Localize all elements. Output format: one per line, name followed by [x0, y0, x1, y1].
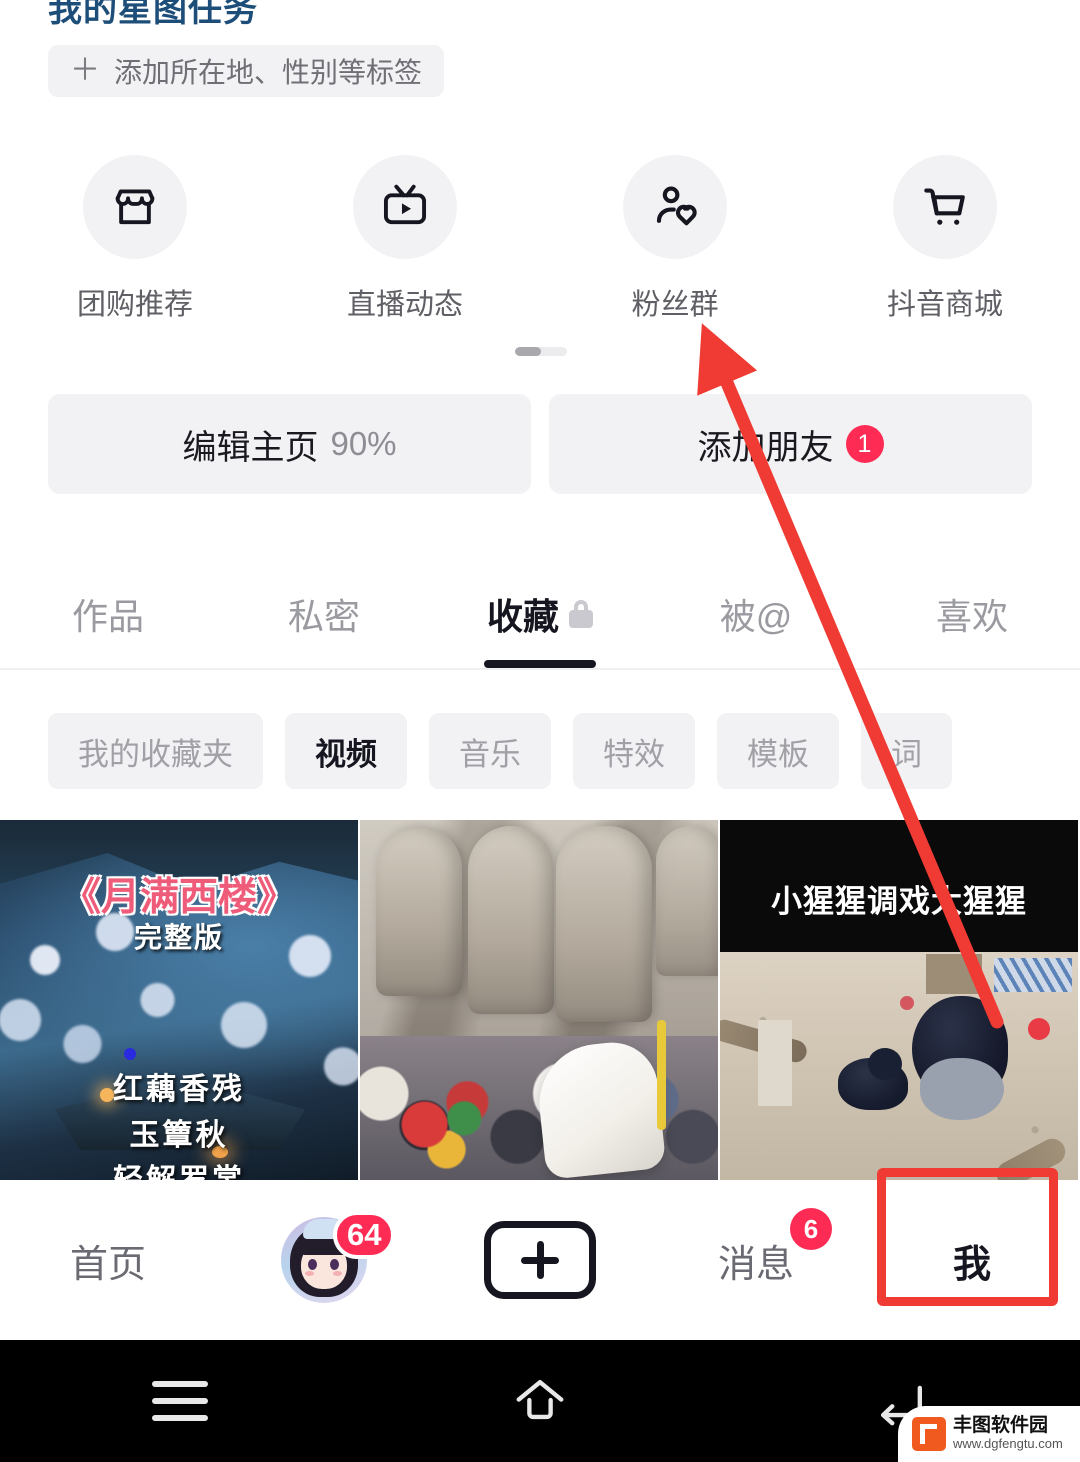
lock-icon — [569, 600, 593, 628]
nav-create-post[interactable] — [432, 1180, 648, 1340]
entry-icon-wrap — [83, 155, 187, 259]
tab-label: 收藏 — [486, 596, 559, 637]
quick-entry-row: 团购推荐 直播动态 粉丝群 抖音商城 — [0, 155, 1080, 323]
entry-label: 粉丝群 — [631, 289, 719, 321]
thumb-lyric-1: 红藕香残 — [113, 1073, 245, 1106]
home-icon — [516, 1379, 564, 1420]
favorites-grid: 《月满西楼》 完整版 红藕香残 玉簟秋 轻解罗裳 — [0, 820, 1080, 1180]
chip-video[interactable]: 视频 — [285, 713, 407, 789]
add-tag-button[interactable]: ＋ 添加所在地、性别等标签 — [48, 45, 445, 97]
shopping-cart-icon — [924, 188, 965, 225]
sysnav-recents[interactable] — [0, 1381, 360, 1421]
tab-favorites[interactable]: 收藏 — [432, 560, 648, 668]
tab-label: 私密 — [287, 596, 360, 637]
star-task-title: 我的星图任务 — [48, 0, 258, 29]
tab-works[interactable]: 作品 — [0, 560, 216, 668]
tab-mentions[interactable]: 被@ — [648, 560, 864, 668]
video-thumbnail-gorilla[interactable]: 小猩猩调戏大猩猩 — [720, 820, 1078, 1180]
tab-label: 被@ — [719, 596, 793, 637]
decor-baby-gorilla-head — [868, 1048, 902, 1080]
plus-icon: ＋ — [70, 54, 100, 87]
nav-me[interactable]: 我 — [864, 1180, 1080, 1340]
add-tag-label: 添加所在地、性别等标签 — [114, 57, 423, 88]
nav-home[interactable]: 首页 — [0, 1180, 216, 1340]
sysnav-home[interactable] — [360, 1372, 720, 1430]
video-thumbnail-grotto-crowd[interactable] — [360, 820, 718, 1180]
recents-menu-icon — [152, 1381, 208, 1421]
tab-underline — [484, 660, 596, 668]
decor-buddha-statue — [556, 826, 652, 1022]
nav-label: 消息 — [717, 1243, 794, 1286]
chip-music[interactable]: 音乐 — [429, 713, 551, 789]
decor-block — [926, 954, 982, 994]
decor-blue-dot — [124, 1048, 136, 1060]
entry-mall[interactable]: 抖音商城 — [810, 155, 1080, 323]
app-bottom-nav: 首页 64 消息 6 我 — [0, 1180, 1080, 1340]
nav-label: 我 — [952, 1243, 991, 1286]
tab-private[interactable]: 私密 — [216, 560, 432, 668]
decor-buddha-statue — [468, 826, 554, 1014]
entry-icon-wrap — [893, 155, 997, 259]
entry-label: 直播动态 — [346, 289, 463, 321]
watermark-text: 丰图软件园 www.dgfengtu.com — [953, 1415, 1063, 1452]
avatar-wrap: 64 — [281, 1211, 396, 1303]
entry-icon-wrap — [623, 155, 727, 259]
chip-effects[interactable]: 特效 — [573, 713, 695, 789]
entry-live[interactable]: 直播动态 — [270, 155, 540, 323]
edit-profile-label: 编辑主页 — [182, 428, 319, 467]
chip-my-folders[interactable]: 我的收藏夹 — [48, 713, 263, 789]
decor-adult-gorilla-body — [920, 1058, 1004, 1120]
edit-profile-progress: 90% — [330, 425, 397, 462]
messages-badge: 6 — [790, 1208, 832, 1250]
decor-plate — [758, 1020, 792, 1106]
chip-templates[interactable]: 模板 — [717, 713, 839, 789]
decor-buddha-statue — [376, 826, 462, 996]
decor-red-ball — [1028, 1018, 1050, 1040]
plus-icon — [484, 1221, 596, 1299]
entry-label: 团购推荐 — [76, 289, 193, 321]
tab-label: 喜欢 — [935, 596, 1008, 637]
add-friend-badge: 1 — [845, 425, 884, 463]
profile-tabs: 作品 私密 收藏 被@ 喜欢 — [0, 560, 1080, 670]
add-friend-button[interactable]: 添加朋友 1 — [549, 394, 1032, 494]
fans-group-icon — [656, 186, 697, 226]
decor-fence — [994, 958, 1072, 992]
thumb-subtitle: 完整版 — [133, 922, 224, 953]
entry-label: 抖音商城 — [886, 289, 1003, 321]
video-thumbnail-moonlit-tower[interactable]: 《月满西楼》 完整版 红藕香残 玉簟秋 轻解罗裳 — [0, 820, 358, 1180]
edit-profile-button[interactable]: 编辑主页 90% — [48, 394, 531, 494]
thumb-lyric-2: 玉簟秋 — [129, 1119, 229, 1152]
watermark-name: 丰图软件园 — [953, 1415, 1049, 1437]
watermark: 丰图软件园 www.dgfengtu.com — [898, 1406, 1080, 1462]
favorites-filter-chips[interactable]: 我的收藏夹 视频 音乐 特效 模板 词 — [0, 705, 1080, 797]
watermark-logo-icon — [912, 1417, 946, 1451]
entry-fans-group[interactable]: 粉丝群 — [540, 155, 810, 323]
tab-label: 作品 — [71, 596, 144, 637]
watermark-url: www.dgfengtu.com — [953, 1436, 1063, 1452]
entry-icon-wrap — [353, 155, 457, 259]
entry-group-buy[interactable]: 团购推荐 — [0, 155, 270, 323]
decor-flowers — [396, 1098, 506, 1176]
nav-label: 首页 — [69, 1243, 146, 1286]
profile-action-row: 编辑主页 90% 添加朋友 1 — [48, 394, 1032, 494]
decor-red-ball-2 — [900, 996, 914, 1010]
avatar-badge: 64 — [333, 1211, 396, 1259]
chip-more[interactable]: 词 — [861, 713, 952, 789]
decor-banner-pole — [657, 1020, 666, 1130]
add-friend-label: 添加朋友 — [697, 428, 834, 467]
douyin-profile-screen: 我的星图任务 ＋ 添加所在地、性别等标签 团购推荐 直播动态 粉丝群 抖音商城 … — [0, 0, 1080, 1462]
tab-likes[interactable]: 喜欢 — [864, 560, 1080, 668]
decor-buddha-statue — [656, 826, 718, 976]
nav-messages[interactable]: 消息 6 — [648, 1180, 864, 1340]
store-icon — [115, 189, 155, 225]
nav-friends-avatar[interactable]: 64 — [216, 1180, 432, 1340]
live-tv-icon — [383, 184, 427, 225]
thumb-caption: 小猩猩调戏大猩猩 — [771, 884, 1027, 919]
thumb-title: 《月满西楼》 — [61, 876, 296, 919]
thumb-lyric-3: 轻解罗裳 — [0, 1155, 358, 1180]
entry-pagination-indicator — [515, 347, 567, 356]
